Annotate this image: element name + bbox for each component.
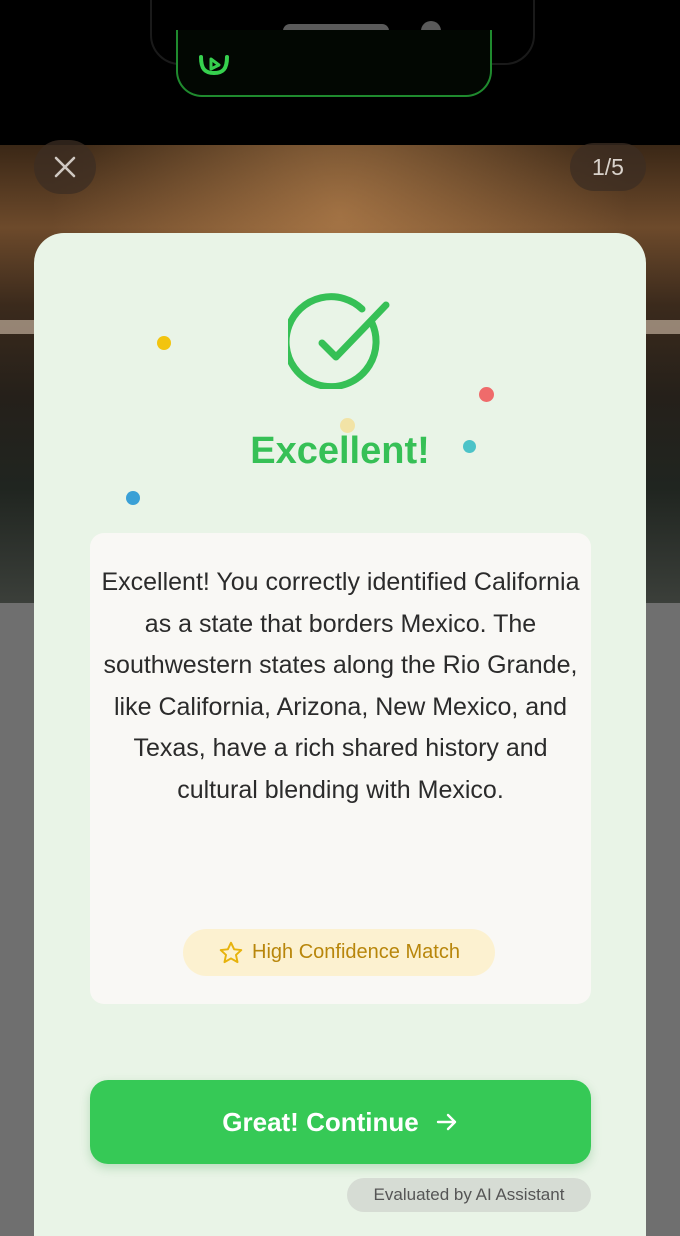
confidence-badge-label: High Confidence Match [252,941,460,963]
activity-icon [199,55,229,76]
close-icon [54,156,76,178]
arrow-right-icon [436,1113,456,1131]
continue-button-label: Great! Continue [222,1106,419,1137]
confetti-dot [126,491,140,505]
star-icon [219,941,243,963]
device-status-bar [0,0,680,145]
continue-button[interactable]: Great! Continue [90,1080,591,1164]
confidence-badge: High Confidence Match [183,929,495,976]
close-button[interactable] [34,140,96,194]
feedback-text: Excellent! You correctly identified Cali… [101,568,580,804]
result-headline: Excellent! [250,430,430,472]
evaluator-note: Evaluated by AI Assistant [347,1178,591,1212]
check-circle-icon [288,293,390,389]
confetti-dot [479,387,494,402]
confetti-dot [157,336,171,350]
progress-counter: 1/5 [570,143,646,191]
